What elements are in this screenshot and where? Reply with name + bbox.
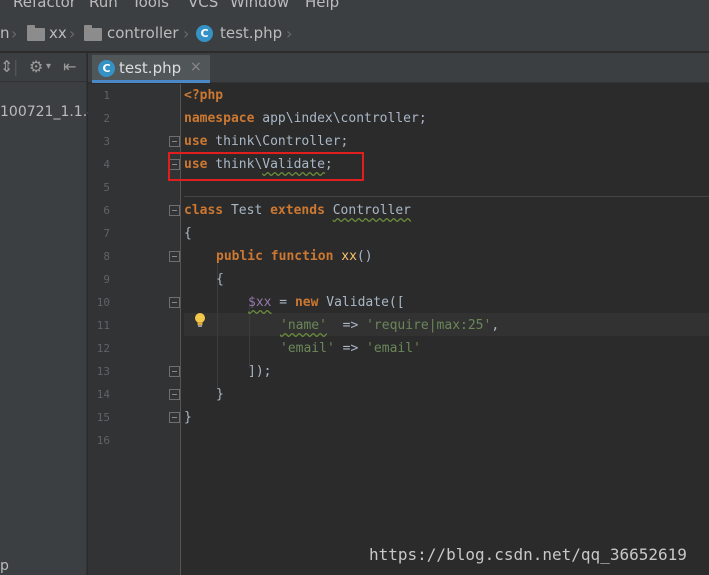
line-number: 13	[96, 365, 110, 378]
code-line-7: {	[184, 226, 192, 241]
close-icon[interactable]: ×	[190, 59, 202, 75]
chevron-right-icon: ›	[11, 24, 18, 43]
fold-marker-icon[interactable]	[169, 297, 180, 308]
menu-help[interactable]: Help	[305, 0, 339, 11]
code-line-10: $xx = new Validate([	[248, 295, 405, 310]
project-tree-item[interactable]: p	[0, 558, 9, 574]
project-panel: ⇕ | ⚙ ▾ ⇤ 100721_1.1.4 p	[0, 53, 96, 575]
line-number: 3	[103, 135, 110, 148]
line-number: 12	[96, 342, 110, 355]
php-class-icon: C	[196, 25, 213, 42]
line-number: 8	[103, 250, 110, 263]
line-number: 9	[103, 273, 110, 286]
code-line-3: use think\Controller;	[184, 134, 349, 149]
code-line-12: 'email' => 'email'	[280, 341, 421, 356]
chevron-right-icon: ›	[183, 24, 190, 43]
code-line-14: }	[216, 387, 224, 402]
line-number: 7	[103, 227, 110, 240]
breadcrumb-item-root[interactable]: n	[0, 24, 10, 42]
line-number: 2	[103, 112, 110, 125]
gear-icon[interactable]: ⚙	[29, 57, 43, 76]
code-line-9: {	[216, 272, 224, 287]
fold-marker-icon[interactable]	[169, 389, 180, 400]
line-number: 10	[96, 296, 110, 309]
menu-bar: Refactor Run Tools VCS Window Help	[0, 0, 709, 14]
code-line-13: ]);	[248, 364, 272, 379]
menu-window[interactable]: Window	[230, 0, 289, 11]
folder-icon	[84, 25, 102, 41]
project-tree-item[interactable]: 100721_1.1.4	[0, 104, 96, 120]
project-toolbar: ⇕ | ⚙ ▾ ⇤	[0, 53, 87, 82]
breadcrumb: n › xx › controller › C test.php ›	[0, 14, 709, 52]
line-number: 11	[96, 319, 110, 332]
menu-tools[interactable]: Tools	[132, 0, 169, 11]
tab-test-php[interactable]: C test.php ×	[92, 55, 210, 83]
collapse-all-icon[interactable]: ⇕	[0, 57, 13, 76]
line-number: 1	[103, 89, 110, 102]
fold-marker-icon[interactable]	[169, 366, 180, 377]
menu-run[interactable]: Run	[89, 0, 118, 11]
code-line-8: public function xx()	[216, 249, 373, 264]
indent-guide	[249, 306, 250, 368]
fold-marker-icon[interactable]	[169, 412, 180, 423]
lightbulb-icon[interactable]	[194, 312, 206, 328]
chevron-right-icon: ›	[69, 24, 76, 43]
code-line-2: namespace app\index\controller;	[184, 111, 427, 126]
code-line-6: class Test extends Controller	[184, 203, 412, 218]
method-separator	[184, 196, 709, 197]
hide-panel-icon[interactable]: ⇤	[63, 57, 76, 76]
line-number: 15	[96, 411, 110, 424]
breadcrumb-item-file[interactable]: test.php	[220, 24, 282, 42]
line-number: 16	[96, 434, 110, 447]
breadcrumb-item-controller[interactable]: controller	[107, 24, 179, 42]
menu-vcs[interactable]: VCS	[188, 0, 218, 11]
code-line-11: 'name' => 'require|max:25',	[280, 318, 500, 333]
fold-marker-icon[interactable]	[169, 136, 180, 147]
chevron-right-icon: ›	[286, 24, 293, 43]
editor-tab-bar: C test.php ×	[88, 53, 709, 83]
fold-marker-icon[interactable]	[169, 251, 180, 262]
dropdown-arrow-icon[interactable]: ▾	[46, 61, 51, 72]
line-number: 14	[96, 388, 110, 401]
line-number: 6	[103, 204, 110, 217]
menu-refactor[interactable]: Refactor	[13, 0, 76, 11]
code-line-1: <?php	[184, 88, 224, 103]
fold-marker-icon[interactable]	[169, 205, 180, 216]
tab-label: test.php	[119, 59, 182, 77]
toolbar-separator: |	[13, 57, 19, 76]
highlight-annotation-box	[168, 152, 364, 181]
folder-icon	[27, 25, 45, 41]
breadcrumb-item-xx[interactable]: xx	[49, 24, 67, 42]
line-number: 4	[103, 158, 110, 171]
code-content[interactable]: <?php namespace app\index\controller; us…	[184, 84, 499, 425]
watermark-text: https://blog.csdn.net/qq_36652619	[369, 545, 687, 564]
line-number: 5	[103, 181, 110, 194]
code-line-15: }	[184, 410, 192, 425]
php-class-icon: C	[98, 60, 115, 77]
